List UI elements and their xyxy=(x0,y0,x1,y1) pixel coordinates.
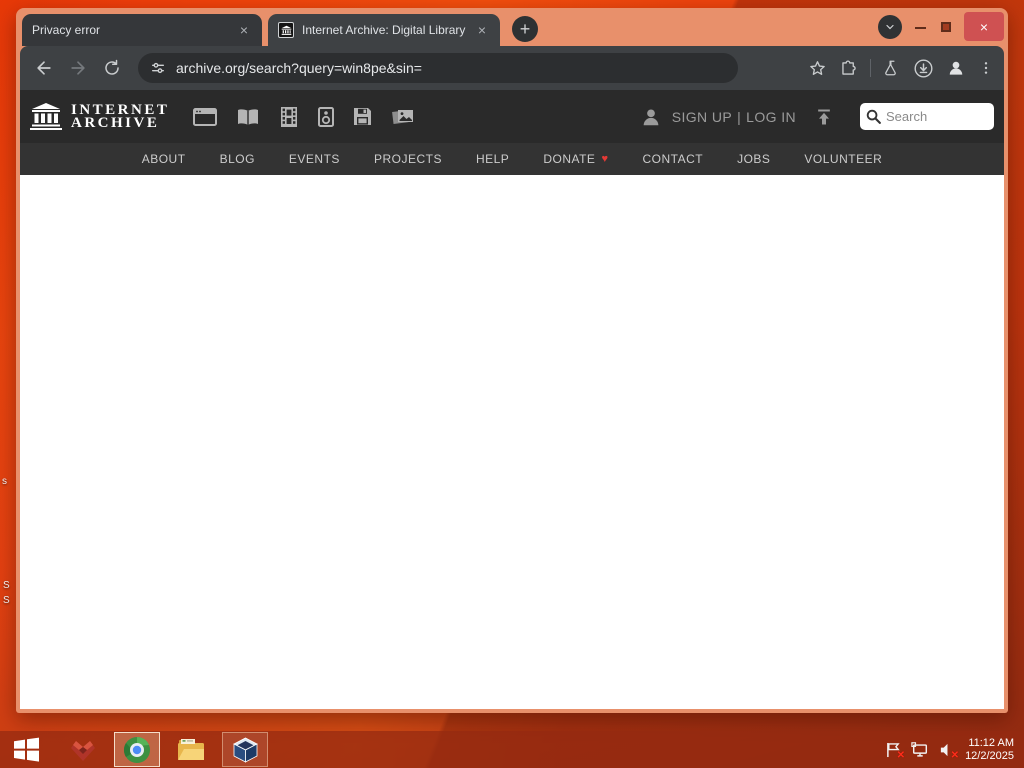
minimize-button[interactable] xyxy=(912,18,928,36)
desktop-icon-label-fragment: S xyxy=(3,595,10,606)
archive-nav: ABOUT BLOG EVENTS PROJECTS HELP DONATE ♥ … xyxy=(20,143,1004,175)
search-icon xyxy=(865,108,882,130)
tab-privacy-error[interactable]: Privacy error × xyxy=(22,14,262,46)
bookmark-star-icon[interactable] xyxy=(808,59,827,78)
virtualbox-cube-icon xyxy=(232,737,258,763)
browser-window: Privacy error × Internet Archive: Digita… xyxy=(16,8,1008,713)
temple-logo-icon xyxy=(30,103,62,130)
page-content-blank xyxy=(20,175,1004,709)
windows-logo-icon xyxy=(13,737,39,762)
log-in-link[interactable]: LOG IN xyxy=(746,109,796,125)
archive-favicon-icon xyxy=(278,22,294,38)
upload-icon[interactable] xyxy=(814,107,834,127)
taskbar-clock[interactable]: 11:12 AM 12/2/2025 xyxy=(965,737,1014,763)
tab-internet-archive[interactable]: Internet Archive: Digital Library × xyxy=(268,14,500,46)
archive-header: INTERNET ARCHIVE SIGN UP | LOG IN Search xyxy=(20,90,1004,143)
nav-item-jobs[interactable]: JOBS xyxy=(737,152,770,166)
donate-heart-icon: ♥ xyxy=(601,152,609,165)
account-links: SIGN UP | LOG IN xyxy=(672,109,796,125)
window-controls: × xyxy=(878,12,1004,41)
toolbar-right-icons xyxy=(808,58,994,79)
browser-toolbar: archive.org/search?query=win8pe&sin= xyxy=(20,46,1004,90)
restore-icon xyxy=(941,21,951,32)
site-search xyxy=(860,103,994,130)
taskbar-file-explorer[interactable] xyxy=(168,732,214,767)
desktop-icon-label-fragment: s xyxy=(2,476,7,487)
chevron-down-icon xyxy=(886,24,894,29)
forward-button[interactable] xyxy=(64,54,92,82)
start-button[interactable] xyxy=(6,732,46,767)
system-tray: ✕ ✕ 11:12 AM 12/2/2025 xyxy=(884,737,1024,763)
url-text[interactable]: archive.org/search?query=win8pe&sin= xyxy=(176,60,422,76)
profile-avatar-icon[interactable] xyxy=(946,58,966,78)
volume-muted-icon[interactable]: ✕ xyxy=(938,741,959,760)
tab-title: Internet Archive: Digital Library xyxy=(302,23,466,37)
nav-item-donate[interactable]: DONATE ♥ xyxy=(543,152,608,166)
tab-search-button[interactable] xyxy=(878,14,902,39)
forward-arrow-icon xyxy=(71,61,85,75)
images-icon[interactable] xyxy=(391,107,415,127)
reload-icon xyxy=(105,59,119,75)
close-window-button[interactable]: × xyxy=(964,12,1004,41)
menu-kebab-icon[interactable] xyxy=(978,60,994,76)
person-icon xyxy=(643,108,659,125)
toolbar-divider xyxy=(870,59,871,77)
minimize-icon xyxy=(914,26,926,29)
clock-time: 11:12 AM xyxy=(968,736,1014,749)
clock-date: 12/2/2025 xyxy=(965,749,1014,762)
folder-icon xyxy=(178,738,204,760)
video-icon[interactable] xyxy=(279,106,299,127)
sign-up-link[interactable]: SIGN UP xyxy=(672,109,732,125)
address-bar[interactable]: archive.org/search?query=win8pe&sin= xyxy=(138,53,738,83)
nav-item-about[interactable]: ABOUT xyxy=(142,152,186,166)
nav-item-contact[interactable]: CONTACT xyxy=(642,152,703,166)
desktop-icon-label-fragment: S xyxy=(3,580,10,591)
nav-item-projects[interactable]: PROJECTS xyxy=(374,152,442,166)
restore-button[interactable] xyxy=(938,19,954,35)
audio-icon[interactable] xyxy=(318,106,335,127)
nav-item-volunteer[interactable]: VOLUNTEER xyxy=(804,152,882,166)
web-icon[interactable] xyxy=(193,107,218,126)
taskbar-virtualbox[interactable] xyxy=(222,732,268,767)
nav-item-events[interactable]: EVENTS xyxy=(289,152,340,166)
chrome-icon xyxy=(123,736,150,763)
network-icon[interactable] xyxy=(911,741,929,759)
nav-item-blog[interactable]: BLOG xyxy=(220,152,255,166)
taskbar: ✕ ✕ 11:12 AM 12/2/2025 xyxy=(0,731,1024,768)
tab-title: Privacy error xyxy=(32,23,101,37)
labs-flask-icon[interactable] xyxy=(883,59,901,77)
internet-archive-logo[interactable]: INTERNET ARCHIVE xyxy=(30,101,170,131)
software-icon[interactable] xyxy=(353,107,372,126)
red-app-icon xyxy=(71,740,95,761)
new-tab-button[interactable]: + xyxy=(512,16,538,42)
header-account-area: SIGN UP | LOG IN xyxy=(640,103,994,130)
tune-icon xyxy=(152,62,164,74)
reload-button[interactable] xyxy=(98,54,126,82)
account-separator: | xyxy=(737,108,742,125)
tab-close-icon[interactable]: × xyxy=(474,22,490,38)
media-type-icons xyxy=(193,106,415,127)
back-arrow-icon xyxy=(37,61,51,75)
tab-close-icon[interactable]: × xyxy=(236,22,252,38)
action-center-flag-icon[interactable]: ✕ xyxy=(884,741,905,760)
extensions-puzzle-icon[interactable] xyxy=(839,59,858,78)
texts-icon[interactable] xyxy=(236,108,260,126)
back-button[interactable] xyxy=(30,54,58,82)
downloads-icon[interactable] xyxy=(913,58,934,79)
logo-text: INTERNET ARCHIVE xyxy=(71,101,170,131)
taskbar-chrome[interactable] xyxy=(114,732,160,767)
nav-item-help[interactable]: HELP xyxy=(476,152,509,166)
page-viewport: INTERNET ARCHIVE SIGN UP | LOG IN Search… xyxy=(20,90,1004,709)
tab-strip: Privacy error × Internet Archive: Digita… xyxy=(20,8,1004,46)
taskbar-red-app[interactable] xyxy=(60,732,106,767)
